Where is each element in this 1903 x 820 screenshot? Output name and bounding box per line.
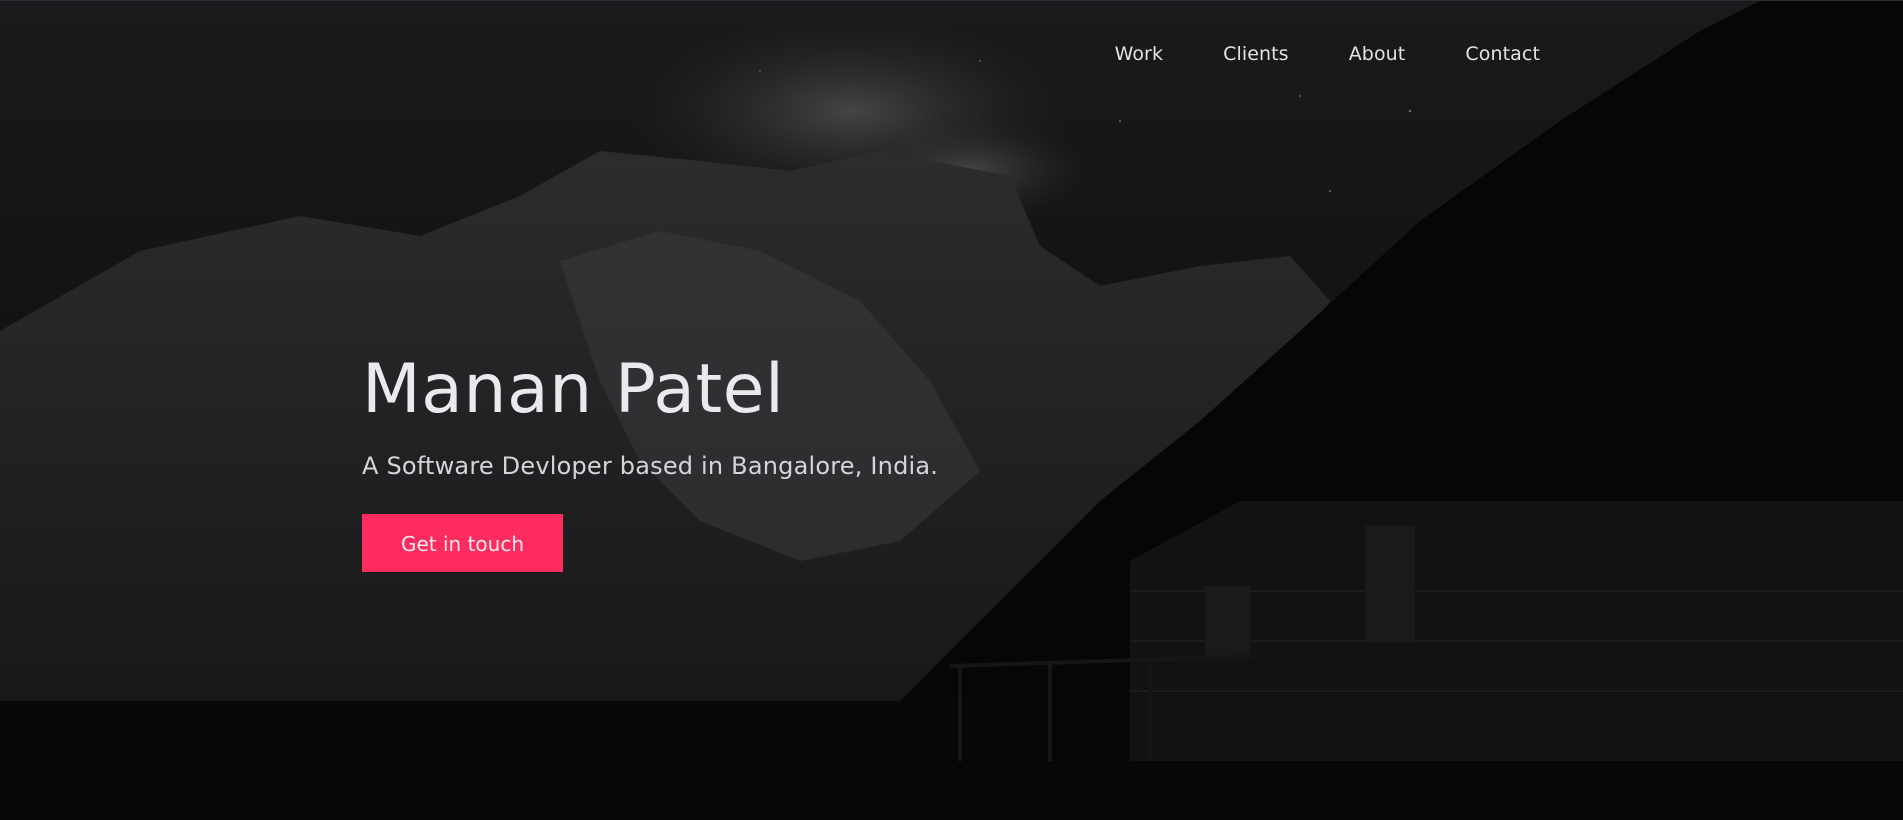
hero-content: Manan Patel A Software Devloper based in… (362, 356, 938, 572)
nav-about[interactable]: About (1349, 43, 1406, 65)
nav-clients[interactable]: Clients (1223, 43, 1289, 65)
nav-contact[interactable]: Contact (1465, 43, 1540, 65)
background-landscape-image (0, 1, 1903, 820)
get-in-touch-button[interactable]: Get in touch (362, 514, 563, 572)
nav-work[interactable]: Work (1115, 43, 1164, 65)
main-nav: Work Clients About Contact (1115, 43, 1540, 65)
hero-title: Manan Patel (362, 350, 785, 429)
hero-section: Work Clients About Contact Manan Patel A… (0, 0, 1903, 820)
hero-subtitle: A Software Devloper based in Bangalore, … (362, 452, 939, 480)
